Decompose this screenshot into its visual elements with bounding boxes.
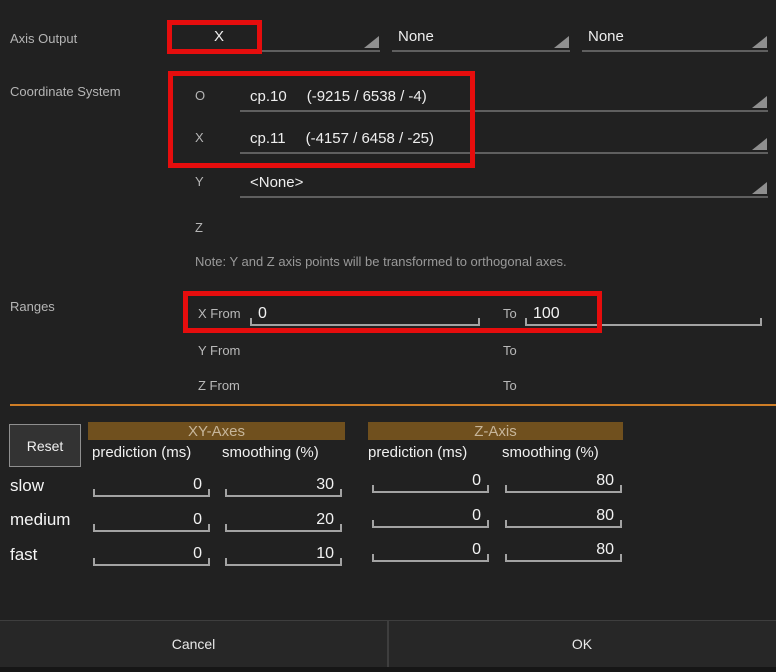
speed-row-label-fast: fast [10, 545, 37, 565]
z-to-label: To [503, 378, 517, 393]
z-prediction-column-header: prediction (ms) [368, 444, 467, 461]
axis-y-label: Y [195, 174, 204, 189]
fast-xy-prediction-input[interactable] [93, 542, 210, 566]
dropdown-triangle-icon [364, 36, 379, 48]
axis-output-spinner-2[interactable]: None [392, 26, 570, 52]
z-smoothing-column-header: smoothing (%) [502, 444, 599, 461]
fast-xy-smoothing-wrap [225, 542, 342, 566]
dropdown-triangle-icon [752, 182, 767, 194]
orthogonal-axes-note: Note: Y and Z axis points will be transf… [195, 254, 567, 269]
axis-output-spinner-2-value: None [398, 28, 434, 45]
point-spinner-x-value: cp.11 (-4157 / 6458 / -25) [250, 130, 434, 147]
slow-xy-prediction-wrap [93, 473, 210, 497]
point-name: cp.10 [250, 88, 287, 105]
x-from-input[interactable] [250, 302, 480, 326]
speed-row-label-slow: slow [10, 476, 44, 496]
medium-z-smoothing-input[interactable] [505, 504, 622, 528]
ok-button[interactable]: OK [388, 621, 776, 667]
slow-z-smoothing-input[interactable] [505, 469, 622, 493]
medium-xy-prediction-input[interactable] [93, 508, 210, 532]
slow-z-prediction-input[interactable] [372, 469, 489, 493]
dropdown-triangle-icon [554, 36, 569, 48]
x-to-label: To [503, 306, 517, 321]
medium-z-prediction-input[interactable] [372, 504, 489, 528]
slow-z-prediction-wrap [372, 469, 489, 493]
point-spinner-y[interactable]: <None> [240, 172, 768, 198]
speed-row-label-medium: medium [10, 510, 70, 530]
medium-z-smoothing-wrap [505, 504, 622, 528]
fast-xy-prediction-wrap [93, 542, 210, 566]
xy-smoothing-column-header: smoothing (%) [222, 444, 319, 461]
axis-settings-dialog: Axis Output X None None Coordinate Syste… [0, 0, 776, 672]
dropdown-triangle-icon [752, 96, 767, 108]
fast-z-smoothing-input[interactable] [505, 538, 622, 562]
axis-z-label: Z [195, 220, 203, 235]
xy-axes-group-header: XY-Axes [88, 422, 345, 440]
axis-o-label: O [195, 88, 205, 103]
point-coords: (-9215 / 6538 / -4) [307, 88, 427, 105]
point-name: cp.11 [250, 130, 286, 147]
bottom-edge-strip [0, 667, 776, 672]
x-to-input[interactable] [525, 302, 762, 326]
point-coords: (-4157 / 6458 / -25) [306, 130, 434, 147]
axis-output-label: Axis Output [10, 31, 77, 46]
ranges-label: Ranges [10, 299, 55, 314]
medium-xy-smoothing-wrap [225, 508, 342, 532]
point-spinner-o[interactable]: cp.10 (-9215 / 6538 / -4) [240, 86, 768, 112]
x-from-label: X From [198, 306, 241, 321]
slow-xy-smoothing-wrap [225, 473, 342, 497]
y-to-label: To [503, 343, 517, 358]
slow-xy-smoothing-input[interactable] [225, 473, 342, 497]
fast-z-smoothing-wrap [505, 538, 622, 562]
medium-xy-prediction-wrap [93, 508, 210, 532]
dropdown-triangle-icon [752, 138, 767, 150]
fast-z-prediction-input[interactable] [372, 538, 489, 562]
z-from-label: Z From [198, 378, 240, 393]
point-spinner-y-value: <None> [250, 174, 303, 191]
x-to-input-wrap [525, 302, 762, 326]
axis-output-spinner-3-value: None [588, 28, 624, 45]
slow-z-smoothing-wrap [505, 469, 622, 493]
fast-z-prediction-wrap [372, 538, 489, 562]
axis-output-spinner-3[interactable]: None [582, 26, 768, 52]
dropdown-triangle-icon [752, 36, 767, 48]
y-from-label: Y From [198, 343, 240, 358]
point-spinner-o-value: cp.10 (-9215 / 6538 / -4) [250, 88, 427, 105]
fast-xy-smoothing-input[interactable] [225, 542, 342, 566]
section-divider [10, 404, 776, 406]
xy-prediction-column-header: prediction (ms) [92, 444, 191, 461]
slow-xy-prediction-input[interactable] [93, 473, 210, 497]
medium-z-prediction-wrap [372, 504, 489, 528]
coordinate-system-label: Coordinate System [10, 84, 121, 99]
axis-output-spinner-1-value: X [214, 28, 224, 45]
axis-x-label: X [195, 130, 204, 145]
reset-button[interactable]: Reset [9, 424, 81, 467]
medium-xy-smoothing-input[interactable] [225, 508, 342, 532]
z-axis-group-header: Z-Axis [368, 422, 623, 440]
axis-output-spinner-1[interactable]: X [202, 26, 380, 52]
x-from-input-wrap [250, 302, 480, 326]
point-spinner-x[interactable]: cp.11 (-4157 / 6458 / -25) [240, 128, 768, 154]
cancel-button[interactable]: Cancel [0, 621, 387, 667]
